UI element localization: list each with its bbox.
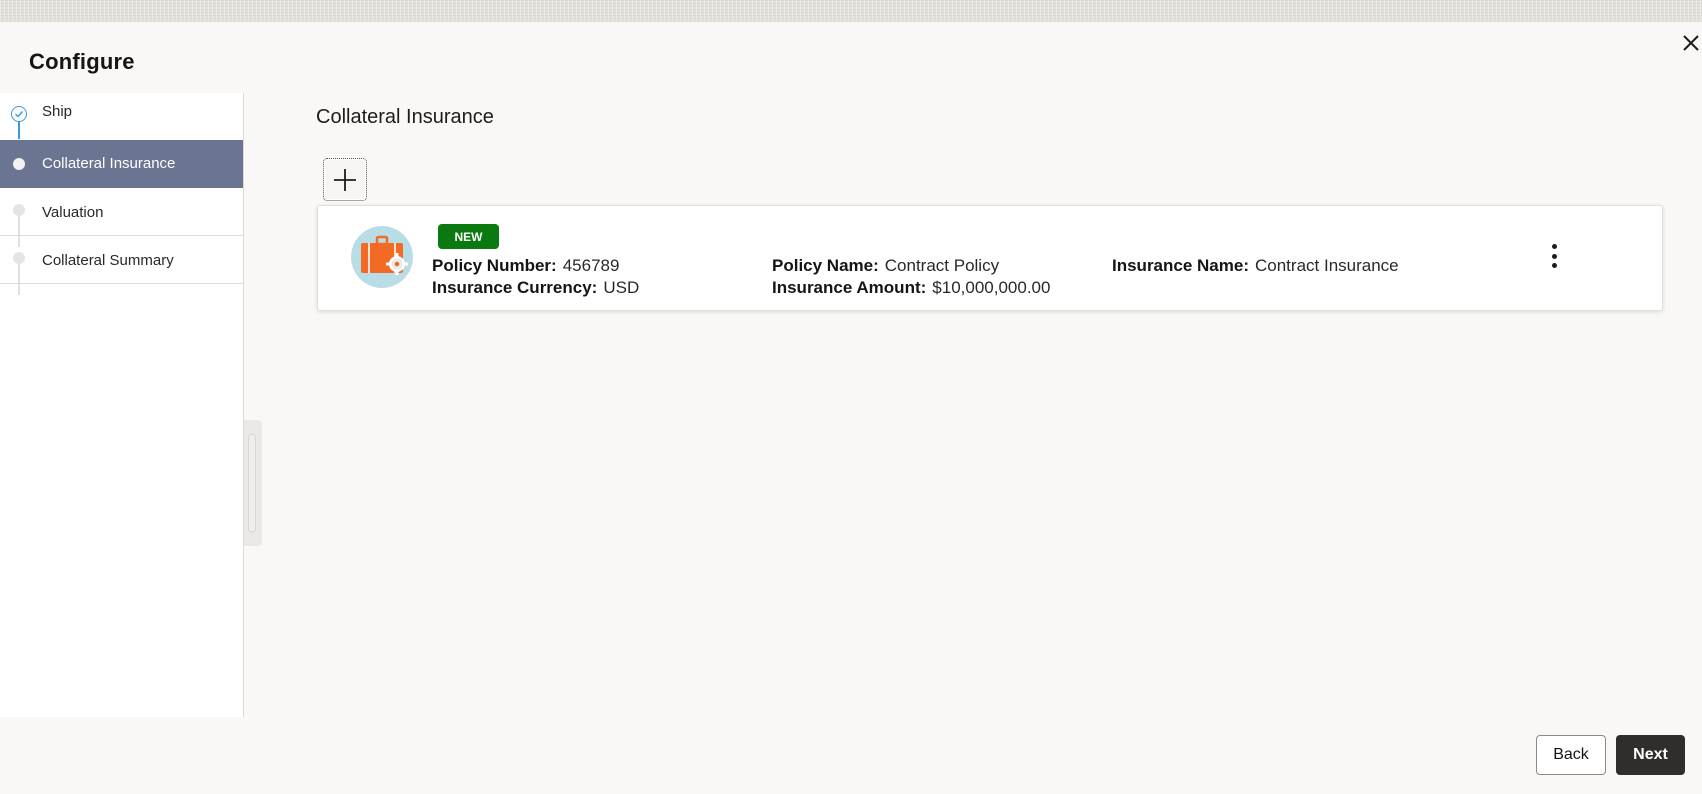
add-insurance-button[interactable] [323, 158, 367, 201]
step-collateral-summary[interactable]: Collateral Summary [0, 236, 243, 284]
insurance-currency-label: Insurance Currency: [432, 278, 598, 297]
step-label: Collateral Summary [42, 252, 174, 269]
insurance-name-label: Insurance Name: [1112, 256, 1249, 275]
step-collateral-insurance[interactable]: Collateral Insurance [0, 140, 243, 188]
step-current-dot-icon [13, 158, 25, 170]
panel-resize-handle[interactable] [244, 420, 262, 546]
check-circle-icon [11, 106, 27, 122]
header-texture-strip [0, 0, 1702, 22]
next-button[interactable]: Next [1616, 735, 1685, 775]
insurance-amount-field: Insurance Amount: $10,000,000.00 [772, 278, 1050, 298]
insurance-amount-label: Insurance Amount: [772, 278, 927, 297]
stepper-sidebar: Ship Collateral Insurance Valuation Coll… [0, 93, 244, 717]
insurance-amount-value: $10,000,000.00 [932, 278, 1051, 297]
policy-number-value: 456789 [562, 256, 620, 275]
insurance-name-value: Contract Insurance [1255, 256, 1399, 275]
more-vertical-icon[interactable] [1544, 242, 1564, 270]
plus-icon [334, 168, 356, 191]
briefcase-gear-icon [351, 226, 413, 288]
step-label: Valuation [42, 204, 104, 221]
dialog-title: Configure [29, 49, 135, 74]
step-ship[interactable]: Ship [0, 93, 243, 141]
back-button[interactable]: Back [1536, 735, 1606, 775]
policy-name-field: Policy Name: Contract Policy [772, 256, 999, 276]
policy-name-value: Contract Policy [884, 256, 1000, 275]
step-label: Ship [42, 103, 73, 120]
step-pending-dot-icon [13, 252, 25, 264]
close-icon [1683, 35, 1699, 51]
step-label: Collateral Insurance [42, 155, 176, 172]
insurance-currency-field: Insurance Currency: USD [432, 278, 639, 298]
resize-grip [248, 434, 256, 532]
step-valuation[interactable]: Valuation [0, 188, 243, 236]
policy-number-field: Policy Number: 456789 [432, 256, 619, 276]
dialog-footer: Back Next [0, 717, 1702, 794]
section-title: Collateral Insurance [316, 106, 494, 128]
insurance-currency-value: USD [603, 278, 640, 297]
insurance-name-field: Insurance Name: Contract Insurance [1112, 256, 1399, 276]
close-button[interactable] [1680, 32, 1702, 54]
policy-name-label: Policy Name: [772, 256, 879, 275]
step-pending-dot-icon [13, 204, 25, 216]
insurance-card[interactable]: NEW Policy Number: 456789 Insurance Curre… [317, 205, 1663, 311]
policy-number-label: Policy Number: [432, 256, 557, 275]
status-badge: NEW [438, 224, 499, 249]
